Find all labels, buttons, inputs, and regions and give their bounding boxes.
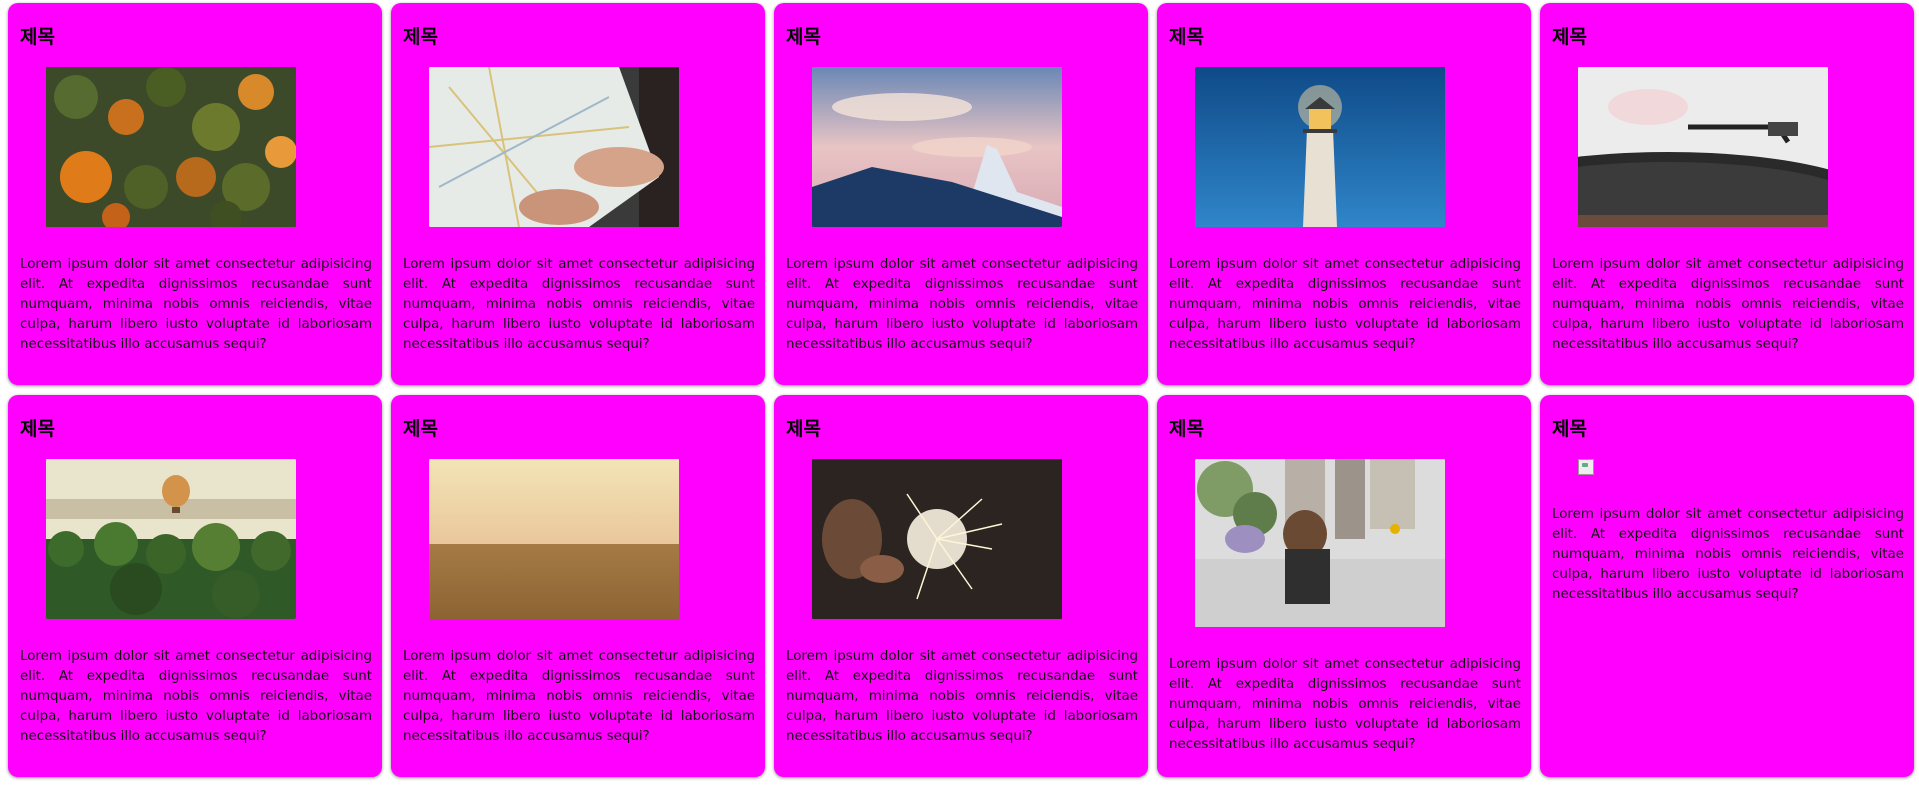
card-image-map xyxy=(429,67,679,227)
card: 제목 Lorem ipsum dolor sit amet consectetu… xyxy=(774,3,1148,385)
card: 제목 Lorem ipsum dolor sit amet consectetu… xyxy=(1157,395,1531,777)
card-image-lighthouse xyxy=(1195,67,1445,227)
card-title: 제목 xyxy=(1552,26,1587,48)
card-text: Lorem ipsum dolor sit amet consectetur a… xyxy=(786,649,1138,744)
card-image-balloon xyxy=(46,459,296,619)
card-image-mountain xyxy=(812,67,1062,227)
card-text: Lorem ipsum dolor sit amet consectetur a… xyxy=(20,649,372,744)
card: 제목 Lorem ipsum dolor sit amet consectetu… xyxy=(8,3,382,385)
card-text: Lorem ipsum dolor sit amet consectetur a… xyxy=(1552,507,1904,602)
card-image-record-player xyxy=(1578,67,1828,227)
card-image-desert xyxy=(429,459,679,619)
card: 제목 Lorem ipsum dolor sit amet consectetu… xyxy=(1157,3,1531,385)
card-text: Lorem ipsum dolor sit amet consectetur a… xyxy=(20,257,372,352)
card-title: 제목 xyxy=(786,26,821,48)
card: 제목 Lorem ipsum dolor sit amet consectetu… xyxy=(8,395,382,777)
card-text: Lorem ipsum dolor sit amet consectetur a… xyxy=(1552,257,1904,352)
card-title: 제목 xyxy=(1169,418,1204,440)
card: 제목 Lorem ipsum dolor sit amet consectetu… xyxy=(1540,3,1914,385)
card-title: 제목 xyxy=(1169,26,1204,48)
card-image-sparkler xyxy=(812,459,1062,619)
card-text: Lorem ipsum dolor sit amet consectetur a… xyxy=(786,257,1138,352)
card-text: Lorem ipsum dolor sit amet consectetur a… xyxy=(403,257,755,352)
card-title: 제목 xyxy=(20,418,55,440)
card-title: 제목 xyxy=(403,26,438,48)
card-text: Lorem ipsum dolor sit amet consectetur a… xyxy=(1169,657,1521,752)
card: 제목 Lorem ipsum dolor sit amet consectetu… xyxy=(1540,395,1914,777)
card: 제목 Lorem ipsum dolor sit amet consectetu… xyxy=(391,3,765,385)
card-title: 제목 xyxy=(20,26,55,48)
broken-image-icon xyxy=(1578,459,1594,475)
card-title: 제목 xyxy=(786,418,821,440)
card-text: Lorem ipsum dolor sit amet consectetur a… xyxy=(403,649,755,744)
card: 제목 Lorem ipsum dolor sit amet consectetu… xyxy=(774,395,1148,777)
card-title: 제목 xyxy=(1552,418,1587,440)
card: 제목 Lorem ipsum dolor sit amet consectetu… xyxy=(391,395,765,777)
card-title: 제목 xyxy=(403,418,438,440)
card-grid: 제목 Lorem ipsum dolor sit amet consectetu… xyxy=(0,0,1919,786)
card-text: Lorem ipsum dolor sit amet consectetur a… xyxy=(1169,257,1521,352)
card-image-forest xyxy=(46,67,296,227)
card-image-street xyxy=(1195,459,1445,627)
